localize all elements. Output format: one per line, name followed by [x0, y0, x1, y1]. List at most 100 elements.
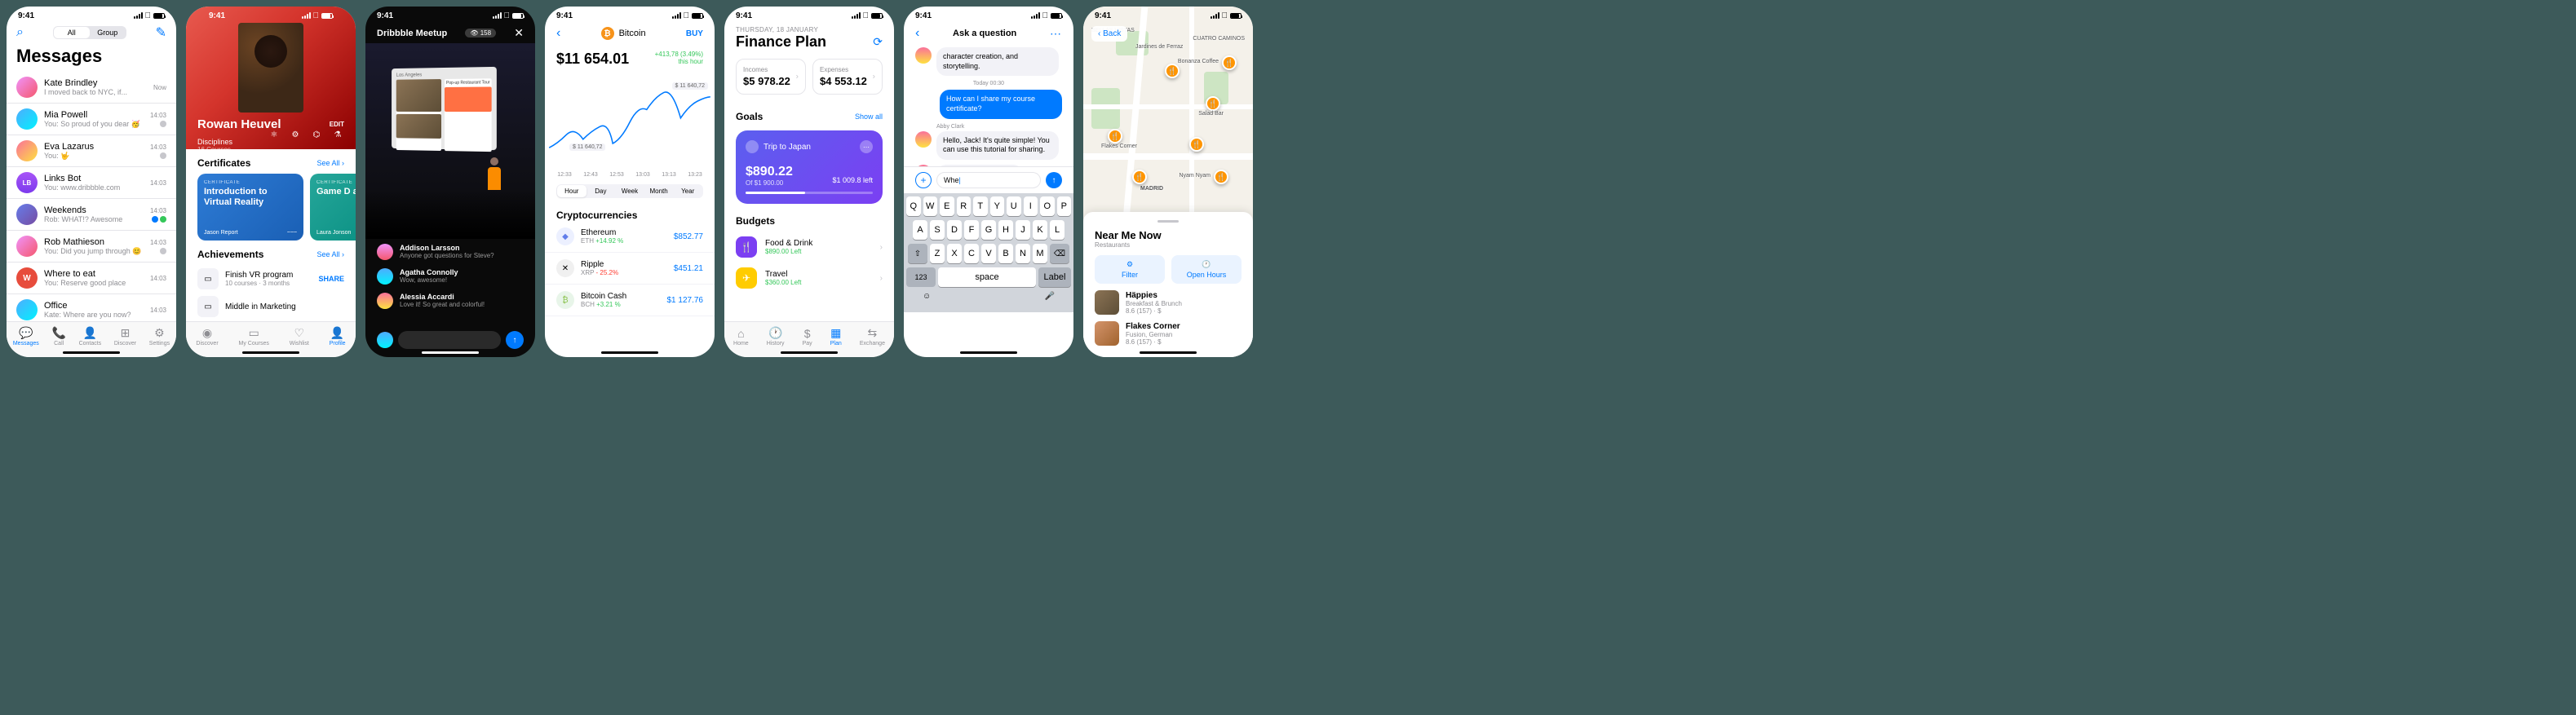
expenses-card[interactable]: Expenses$4 553.12›: [812, 59, 883, 95]
message-row[interactable]: WeekendsRob: WHAT!? Awesome14:03: [7, 199, 176, 231]
see-all-link[interactable]: See All ›: [316, 250, 344, 258]
filter-button[interactable]: ⚙Filter: [1095, 255, 1165, 284]
sheet-title: Near Me Now: [1095, 229, 1242, 241]
map-pin[interactable]: 🍴: [1165, 64, 1180, 78]
tab-home[interactable]: ⌂Home: [733, 327, 749, 346]
certificate-card[interactable]: CERTIFICATE Introduction to Virtual Real…: [197, 174, 303, 241]
back-button[interactable]: ‹: [915, 26, 919, 41]
map-screen: BELLAS VISTAS Jardines de Ferraz CUATRO …: [1083, 7, 1253, 357]
profile-photo: [238, 23, 303, 113]
message-row[interactable]: Rob MathiesonYou: Did you jump through 😊…: [7, 231, 176, 263]
voice-message[interactable]: ▶Sharing DocsTutorial0:12: [936, 165, 1023, 166]
more-icon[interactable]: ⋯: [1050, 27, 1062, 41]
restaurant-row[interactable]: HäppiesBreakfast & Brunch8.6 (157) · $: [1095, 290, 1242, 315]
goal-card[interactable]: Trip to Japan⋯ $890.22 Of $1 900.00 $1 0…: [736, 130, 883, 204]
backspace-key[interactable]: ⌫: [1050, 244, 1069, 263]
message-row[interactable]: Kate BrindleyI moved back to NYC, if...N…: [7, 72, 176, 104]
back-button[interactable]: ‹ Back: [1091, 26, 1127, 42]
page-title: Messages: [7, 44, 176, 72]
share-button[interactable]: SHARE: [318, 275, 344, 283]
segment-control[interactable]: All Group: [53, 26, 126, 39]
video-stage[interactable]: Los Angeles Pop-up Restaurant Tour: [365, 43, 535, 239]
message-row[interactable]: Eva LazarusYou: 🤟14:03: [7, 135, 176, 167]
hours-button[interactable]: 🕐Open Hours: [1171, 255, 1242, 284]
comment-row: Alessia AccardiLove it! So great and col…: [377, 293, 524, 309]
check-icon: [160, 121, 166, 127]
show-all-link[interactable]: Show all: [855, 113, 883, 121]
message-input[interactable]: Whe|: [936, 172, 1041, 188]
goals-header: Goals: [736, 111, 763, 122]
emoji-icon[interactable]: ☺: [923, 292, 931, 301]
back-button[interactable]: ‹: [556, 26, 560, 41]
map-pin[interactable]: 🍴: [1108, 129, 1122, 143]
comment-list: Addison LarssonAnyone got questions for …: [365, 239, 535, 322]
incomes-card[interactable]: Incomes$5 978.22›: [736, 59, 806, 95]
see-all-link[interactable]: See All ›: [316, 159, 344, 167]
message-row[interactable]: LBLinks BotYou: www.dribbble.com14:03: [7, 167, 176, 199]
dna-icon: ⌬: [310, 128, 323, 141]
buy-button[interactable]: BUY: [686, 29, 703, 38]
certificate-card[interactable]: CERTIFICATE Game D and Co Laura Jonson: [310, 174, 356, 241]
keyboard[interactable]: QWERTYUIOP ASDFGHJKL ⇧ZXCVBNM⌫ 123spaceL…: [904, 193, 1073, 312]
numbers-key[interactable]: 123: [906, 267, 936, 287]
page-title: Finance Plan: [736, 33, 826, 51]
tab-wishlist[interactable]: ♡Wishlist: [290, 326, 309, 346]
map-pin[interactable]: 🍴: [1206, 96, 1220, 111]
more-icon[interactable]: ⋯: [860, 140, 873, 153]
gear-icon: ⚙: [289, 128, 302, 141]
achievement-row[interactable]: ▭ Middle in Marketing: [186, 293, 356, 320]
budget-row[interactable]: ✈Travel$360.00 Left›: [724, 263, 894, 294]
message-row[interactable]: WWhere to eatYou: Reserve good place14:0…: [7, 263, 176, 294]
tab-pay[interactable]: $Pay: [803, 327, 812, 346]
shift-key[interactable]: ⇧: [908, 244, 927, 263]
tab-discover[interactable]: ◉Discover: [196, 326, 218, 346]
tab-contacts[interactable]: 👤Contacts: [79, 326, 102, 346]
period-selector[interactable]: Hour Day Week Month Year: [556, 184, 703, 198]
budget-row[interactable]: 🍴Food & Drink$890.00 Left›: [724, 232, 894, 263]
crypto-row[interactable]: ✕RippleXRP - 25.2%$451.21: [545, 253, 715, 285]
send-button[interactable]: ↑: [506, 331, 524, 349]
tab-profile[interactable]: 👤Profile: [330, 326, 346, 346]
tab-courses[interactable]: ▭My Courses: [239, 326, 269, 346]
seg-group[interactable]: Group: [90, 27, 126, 38]
comment-input[interactable]: [398, 331, 501, 349]
bottom-sheet[interactable]: Near Me Now Restaurants ⚙Filter 🕐Open Ho…: [1083, 212, 1253, 357]
message-row[interactable]: Mia PowellYou: So proud of you dear 🥳14:…: [7, 104, 176, 135]
message-list: Kate BrindleyI moved back to NYC, if...N…: [7, 72, 176, 326]
tab-call[interactable]: 📞Call: [51, 326, 65, 346]
price-chart[interactable]: $ 11 640,72 $ 11 640,72: [545, 77, 715, 167]
drag-handle[interactable]: [1157, 220, 1179, 223]
tab-messages[interactable]: 💬Messages: [13, 326, 39, 346]
tab-settings[interactable]: ⚙Settings: [149, 326, 170, 346]
comment-row: Addison LarssonAnyone got questions for …: [377, 244, 524, 260]
map-pin[interactable]: 🍴: [1214, 170, 1228, 184]
edit-button[interactable]: EDIT: [330, 121, 344, 128]
profile-screen: 9:41􀙇 Rowan Heuvel EDIT Disciplines 16 C…: [186, 7, 356, 357]
filter-icon: ⚙: [1126, 260, 1133, 269]
restaurant-row[interactable]: Flakes CornerFusion, German8.6 (157) · $: [1095, 321, 1242, 346]
return-key[interactable]: Label: [1038, 267, 1071, 287]
tab-exchange[interactable]: ⇆Exchange: [860, 326, 885, 346]
food-icon: 🍴: [736, 236, 757, 258]
achievement-row[interactable]: ▭ Finish VR program10 courses · 3 months…: [186, 265, 356, 293]
search-icon[interactable]: ⌕: [16, 25, 24, 40]
user-avatar: [377, 332, 393, 348]
mic-icon[interactable]: 🎤: [1045, 292, 1055, 301]
wifi-icon: 􀙇: [145, 11, 152, 20]
chat-screen: 9:41􀙇 ‹ Ask a question ⋯ character creat…: [904, 7, 1073, 357]
seg-all[interactable]: All: [54, 27, 90, 38]
compose-icon[interactable]: ✎: [156, 24, 166, 41]
tab-history[interactable]: 🕐History: [767, 326, 785, 346]
crypto-row[interactable]: ₿Bitcoin CashBCH +3.21 %$1 127.76: [545, 285, 715, 316]
map-pin[interactable]: 🍴: [1189, 137, 1204, 152]
close-icon[interactable]: ✕: [514, 26, 524, 40]
tab-discover[interactable]: ⊞Discover: [114, 326, 136, 346]
map-pin[interactable]: 🍴: [1222, 55, 1237, 70]
crypto-row[interactable]: ◆EthereumETH +14.92 %$852.77: [545, 221, 715, 253]
space-key[interactable]: space: [938, 267, 1036, 287]
refresh-icon[interactable]: ⟳: [873, 35, 883, 49]
send-button[interactable]: ↑: [1046, 172, 1062, 188]
tab-plan[interactable]: ▦Plan: [830, 326, 842, 346]
map-pin[interactable]: 🍴: [1132, 170, 1147, 184]
add-button[interactable]: +: [915, 172, 932, 188]
